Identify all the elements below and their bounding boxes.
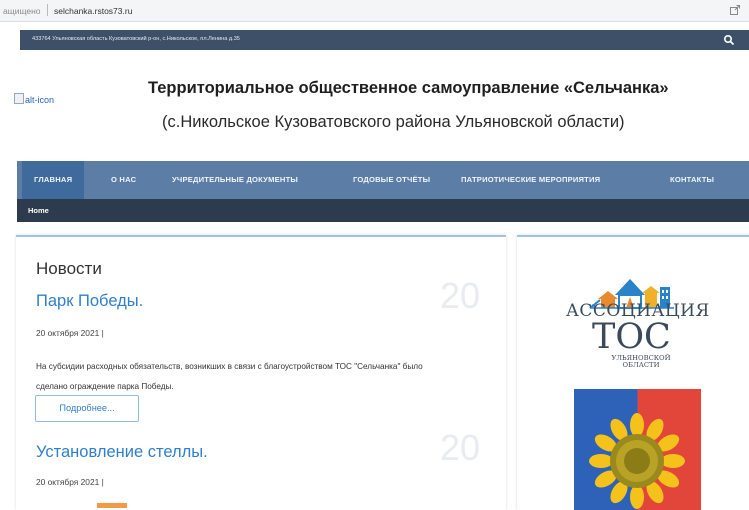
article-excerpt: На субсидии расходных обязательств, возн… <box>36 362 423 391</box>
read-more-button[interactable]: Подробнее... <box>35 395 139 422</box>
browser-address-bar: ащищено selchanka.rstos73.ru <box>0 0 749 22</box>
association-tos: ТОС <box>592 317 671 357</box>
article-date: 20 октября 2021 | <box>36 477 104 487</box>
nav-item-founding-documents[interactable]: УЧРЕДИТЕЛЬНЫЕ ДОКУМЕНТЫ <box>172 161 298 199</box>
nav-item-patriotic-events[interactable]: ПАТРИОТИЧЕСКИЕ МЕРОПРИЯТИЯ <box>461 161 600 199</box>
site-subtitle: (с.Никольское Кузоватовского района Улья… <box>162 113 625 131</box>
breadcrumb-home[interactable]: Home <box>28 206 49 215</box>
share-icon[interactable] <box>729 4 741 16</box>
article-title[interactable]: Парк Победы. <box>36 292 143 311</box>
postal-address: 433764 Ульяновская область Кузоватовский… <box>32 36 240 42</box>
site-logo[interactable]: alt-icon <box>14 93 74 111</box>
broken-image-icon <box>14 93 24 104</box>
logo-alt-text: alt-icon <box>25 95 55 105</box>
article-day-number: 20 <box>440 275 481 316</box>
association-region: УЛЬЯНОВСКОЙ ОБЛАСТИ <box>596 355 686 369</box>
search-icon[interactable] <box>723 34 735 46</box>
site-title: Территориальное общественное самоуправле… <box>148 79 669 97</box>
news-panel: Новости 20 Парк Победы. 20 октября 2021 … <box>16 235 506 510</box>
nav-item-contacts[interactable]: КОНТАКТЫ <box>670 161 714 199</box>
nav-item-home[interactable]: ГЛАВНАЯ <box>22 161 85 199</box>
pagination-marker <box>97 503 127 508</box>
news-heading: Новости <box>36 259 102 278</box>
article-date: 20 октября 2021 | <box>36 328 104 338</box>
region-line-2: ОБЛАСТИ <box>622 361 660 369</box>
article-day-number: 20 <box>440 427 481 468</box>
url-field[interactable]: selchanka.rstos73.ru <box>54 6 132 16</box>
address-separator <box>47 4 48 16</box>
sidebar-panel: АССОЦИАЦИЯ ТОС УЛЬЯНОВСКОЙ ОБЛАСТИ <box>517 235 749 510</box>
nav-item-about[interactable]: О НАС <box>111 161 136 199</box>
article-title[interactable]: Установление стеллы. <box>36 443 208 462</box>
top-info-bar: 433764 Ульяновская область Кузоватовский… <box>20 30 749 50</box>
coat-of-arms-sunflower-icon[interactable] <box>574 389 701 510</box>
security-label: ащищено <box>3 6 41 16</box>
nav-item-annual-reports[interactable]: ГОДОВЫЕ ОТЧЁТЫ <box>353 161 430 199</box>
breadcrumb: Home <box>17 199 749 222</box>
main-navigation: ГЛАВНАЯ О НАС УЧРЕДИТЕЛЬНЫЕ ДОКУМЕНТЫ ГО… <box>17 161 749 199</box>
